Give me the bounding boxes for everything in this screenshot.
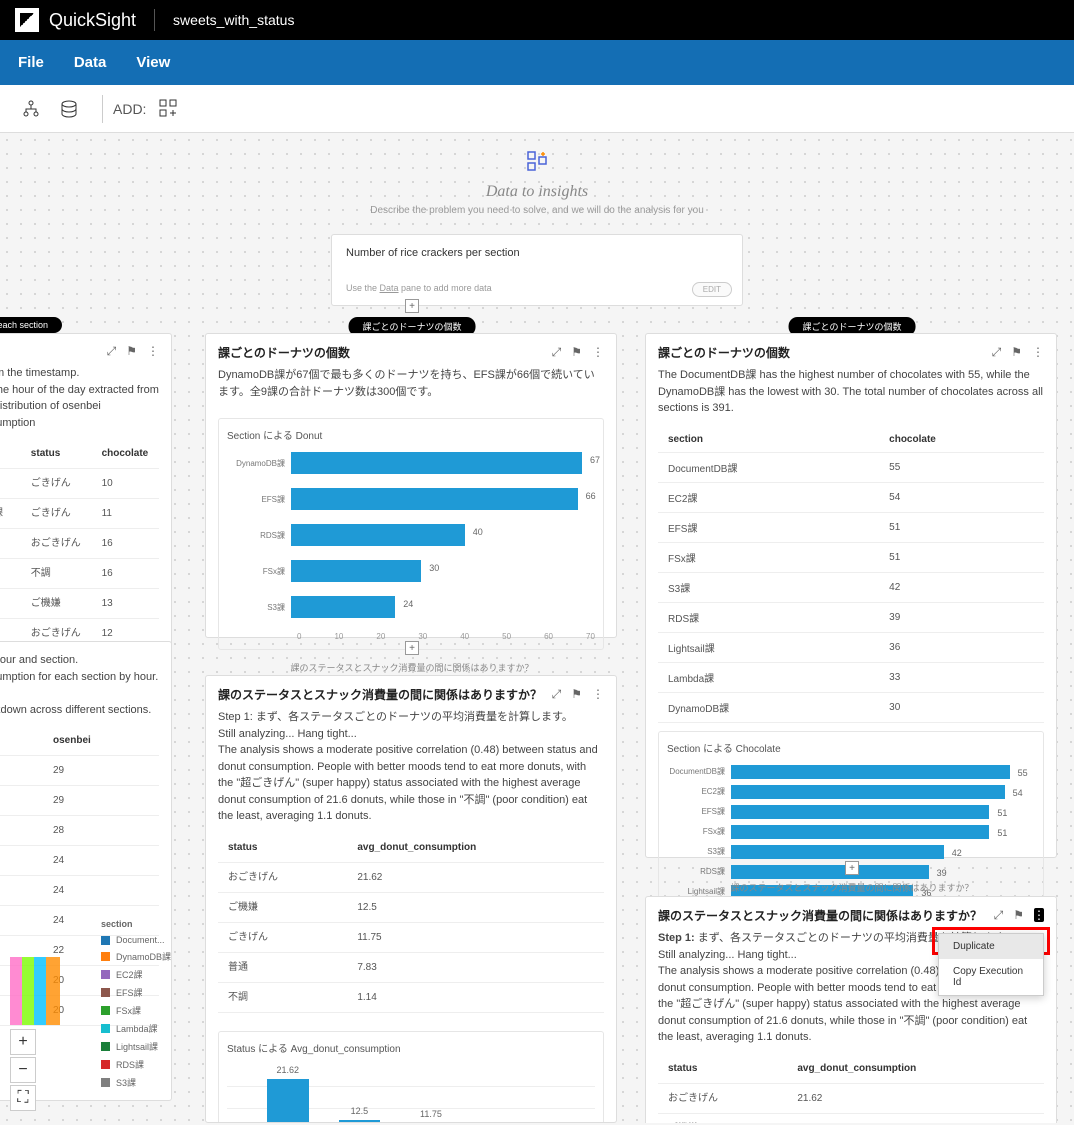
- text-line: n from the timestamp.: [0, 365, 159, 382]
- step-text: Step 1: まず、各ステータスごとのドーナツの平均消費量を計算します。: [218, 709, 604, 726]
- tool-bar: ADD:: [0, 85, 1074, 133]
- connector-plus[interactable]: +: [845, 861, 859, 875]
- zoom-in-button[interactable]: +: [10, 1029, 36, 1055]
- analysis-text: The analysis shows a moderate positive c…: [218, 742, 604, 825]
- card-title: 課のステータスとスナック消費量の間に関係はありますか？: [218, 686, 542, 703]
- flag-icon[interactable]: ⚑: [571, 345, 582, 360]
- col-section: section: [658, 427, 879, 453]
- insight-header: Data to insights Describe the problem yo…: [0, 133, 1074, 224]
- text-line: ach hour and section.: [0, 652, 159, 669]
- connector-plus[interactable]: +: [405, 641, 419, 655]
- flag-icon[interactable]: ⚑: [1013, 908, 1024, 923]
- zoom-out-button[interactable]: −: [10, 1057, 36, 1083]
- chart-title: Section による Chocolate: [667, 740, 1035, 755]
- col-status: status: [658, 1054, 787, 1084]
- link-text[interactable]: 課のステータスとスナック消費量の間に関係はありますか？: [290, 661, 533, 674]
- table-chocolate: sectionchocolate DocumentDB課55EC2課54EFS課…: [658, 427, 1044, 723]
- text-line: ting the hour of the day extracted from: [0, 382, 159, 399]
- card-right-top: 課ごとのドーナツの個数 ⤢ ⚑ ⋮ The DocumentDB課 has the …: [645, 333, 1057, 858]
- menu-view[interactable]: View: [136, 54, 170, 71]
- menu-data[interactable]: Data: [74, 54, 107, 71]
- add-label: ADD:: [113, 101, 146, 117]
- text-line: urly distribution of osenbei consumption: [0, 398, 159, 431]
- flag-icon[interactable]: ⚑: [1011, 345, 1022, 360]
- hint-link[interactable]: Data: [380, 283, 399, 293]
- prompt-box: Number of rice crackers per section Use …: [331, 234, 743, 306]
- col-avg: avg_donut_consumption: [347, 833, 604, 863]
- insight-icon: [0, 149, 1074, 179]
- col-status: status: [218, 833, 347, 863]
- link-text[interactable]: 課のステータスとスナック消費量の間に関係はありますか？: [730, 881, 973, 894]
- legend: section Document...DynamoDB課EC2課EFS課FSx課…: [101, 919, 171, 1094]
- legend-title: section: [101, 919, 171, 929]
- database-icon[interactable]: [54, 94, 84, 124]
- hint-post: pane to add more data: [399, 283, 492, 293]
- col-choc: chocolate: [879, 427, 1044, 453]
- menu-copy-execution-id[interactable]: Copy Execution Id: [939, 959, 1043, 995]
- connector-plus[interactable]: +: [405, 299, 419, 313]
- more-icon[interactable]: ⋮: [592, 345, 604, 360]
- expand-icon[interactable]: ⤢: [994, 908, 1004, 923]
- quicksight-logo-icon: [15, 8, 39, 32]
- card-mid-bottom: 課のステータスとスナック消費量の間に関係はありますか？ ⤢ ⚑ ⋮ Step 1: …: [205, 675, 617, 1123]
- prompt-hint: Use the Data pane to add more data: [346, 283, 728, 293]
- divider: [102, 95, 103, 123]
- analyzing-text: Still analyzing... Hang tight...: [218, 726, 604, 743]
- expand-icon[interactable]: ⤢: [552, 687, 562, 702]
- insight-subtitle: Describe the problem you need to solve, …: [0, 205, 1074, 216]
- expand-icon[interactable]: ⤢: [552, 345, 562, 360]
- text-line: consumption for each section by hour. A: [0, 669, 159, 702]
- card-title: 課ごとのドーナツの個数: [218, 344, 350, 361]
- card-right-bottom: 課のステータスとスナック消費量の間に関係はありますか？ ⤢⚑⋮ Step 1: …: [645, 896, 1057, 1123]
- menu-file[interactable]: File: [18, 54, 44, 71]
- fullscreen-button[interactable]: ⛶: [10, 1085, 36, 1111]
- top-bar: QuickSight sweets_with_status: [0, 0, 1074, 40]
- menu-duplicate[interactable]: Duplicate: [939, 934, 1043, 959]
- brand-name: QuickSight: [49, 10, 136, 31]
- hierarchy-icon[interactable]: [16, 94, 46, 124]
- divider: [154, 9, 155, 31]
- tab-left[interactable]: r each section: [0, 317, 62, 333]
- analysis-text: The DocumentDB課 has the highest number o…: [646, 367, 1056, 427]
- chart-avg-donut: Status による Avg_donut_consumption 1015202…: [218, 1031, 604, 1124]
- table-status: statusavg_donut_consumption おごきげん21.62ご機…: [218, 833, 604, 1013]
- card-title: 課ごとのドーナツの個数: [658, 344, 790, 361]
- chart-title: Section による Donut: [227, 427, 595, 442]
- add-block-icon[interactable]: [154, 94, 184, 124]
- col-choc: chocolate: [92, 439, 159, 469]
- analysis-text: DynamoDB課が67個で最も多くのドーナツを持ち、EFS課が66個で続いてい…: [206, 367, 616, 410]
- col-osenbei: osenbei: [0, 726, 159, 756]
- expand-icon[interactable]: ⤢: [992, 345, 1002, 360]
- insight-title: Data to insights: [0, 183, 1074, 201]
- canvas[interactable]: Data to insights Describe the problem yo…: [0, 133, 1074, 1123]
- minimap: + − ⛶: [10, 957, 60, 1113]
- more-icon[interactable]: ⋮: [147, 344, 159, 359]
- menu-bar: File Data View: [0, 40, 1074, 85]
- edit-button[interactable]: EDIT: [692, 282, 732, 297]
- flag-icon[interactable]: ⚑: [571, 687, 582, 702]
- more-icon[interactable]: ⋮: [1032, 345, 1044, 360]
- more-icon-selected[interactable]: ⋮: [1034, 908, 1044, 922]
- chart-title: Status による Avg_donut_consumption: [227, 1040, 595, 1055]
- chart-donut: Section による Donut DynamoDB課67EFS課66RDS課4…: [218, 418, 604, 650]
- more-icon[interactable]: ⋮: [592, 687, 604, 702]
- prompt-text[interactable]: Number of rice crackers per section: [346, 247, 728, 259]
- text-line: breakdown across different sections.: [0, 702, 159, 719]
- hint-pre: Use the: [346, 283, 380, 293]
- col-avg: avg_donut_consumption: [787, 1054, 1044, 1084]
- minimap-canvas[interactable]: [10, 957, 60, 1025]
- expand-icon[interactable]: ⤢: [107, 344, 117, 359]
- card-title: 課のステータスとスナック消費量の間に関係はありますか？: [658, 907, 982, 924]
- dataset-name[interactable]: sweets_with_status: [173, 12, 294, 28]
- card-mid-top: 課ごとのドーナツの個数 ⤢ ⚑ ⋮ DynamoDB課が67個で最も多くのドーナツを…: [205, 333, 617, 638]
- flag-icon[interactable]: ⚑: [126, 344, 137, 359]
- context-menu: Duplicate Copy Execution Id: [938, 933, 1044, 996]
- table-status-copy: statusavg_donut_consumption おごきげん21.62ご機…: [658, 1054, 1044, 1124]
- col-status: status: [21, 439, 92, 469]
- quicksight-logo: QuickSight: [15, 8, 136, 32]
